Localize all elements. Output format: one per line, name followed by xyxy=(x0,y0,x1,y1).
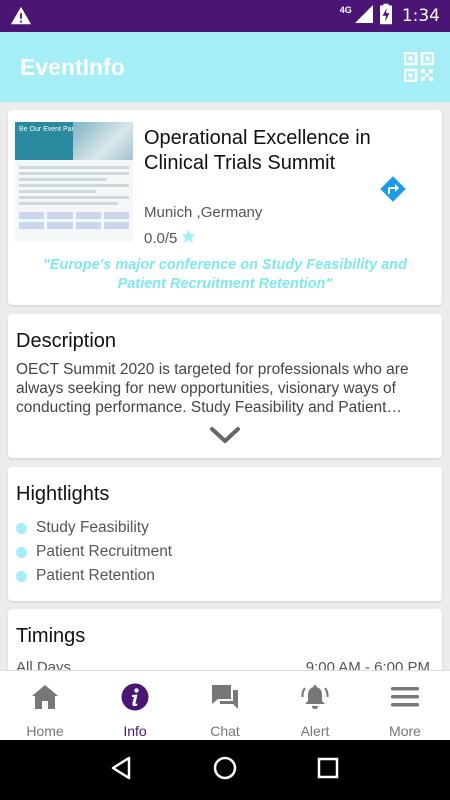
bullet-icon xyxy=(16,570,27,582)
timings-label: All Days xyxy=(16,659,72,670)
bullet-icon xyxy=(16,546,27,558)
info-icon xyxy=(120,682,150,717)
warning-icon xyxy=(10,5,32,27)
nav-info-label: Info xyxy=(123,723,147,739)
nav-home[interactable]: Home xyxy=(0,671,90,740)
nav-info[interactable]: Info xyxy=(90,671,180,740)
directions-icon[interactable] xyxy=(379,175,407,203)
home-icon xyxy=(30,682,60,717)
highlights-card: Hightlights Study Feasibility Patient Re… xyxy=(8,467,442,601)
menu-icon xyxy=(390,682,420,717)
home-circle-icon[interactable] xyxy=(212,755,238,786)
highlight-label: Patient Retention xyxy=(36,567,155,584)
timings-title: Timings xyxy=(16,625,86,647)
bottom-navigation: Home Info Chat Alert More xyxy=(0,670,450,740)
signal-icon xyxy=(354,4,374,29)
highlight-item: Study Feasibility xyxy=(16,516,172,540)
description-card: Description OECT Summit 2020 is targeted… xyxy=(8,314,442,458)
highlights-title: Hightlights xyxy=(16,483,110,505)
bell-icon xyxy=(300,682,330,717)
event-thumbnail[interactable]: Be Our Event Partner xyxy=(15,122,133,242)
battery-charging-icon xyxy=(379,3,392,30)
description-title: Description xyxy=(16,330,117,352)
star-icon xyxy=(180,228,197,249)
event-location: Munich ,Germany xyxy=(144,204,263,221)
network-type: 4G xyxy=(339,5,352,15)
nav-chat-label: Chat xyxy=(210,723,240,739)
nav-more-label: More xyxy=(389,723,421,739)
rating-value: 0.0/5 xyxy=(144,230,178,247)
event-title: Operational Excellence in Clinical Trial… xyxy=(144,127,371,174)
clock: 1:34 xyxy=(401,6,440,26)
timings-card: Timings All Days 9:00 AM - 6:00 PM xyxy=(8,609,442,670)
recents-icon[interactable] xyxy=(315,755,341,786)
nav-alert[interactable]: Alert xyxy=(270,671,360,740)
nav-more[interactable]: More xyxy=(360,671,450,740)
status-bar: 4G 1:34 xyxy=(0,0,450,32)
qr-code-icon[interactable] xyxy=(403,51,435,83)
app-title: EventInfo xyxy=(20,53,125,80)
nav-chat[interactable]: Chat xyxy=(180,671,270,740)
event-info-content[interactable]: Be Our Event Partner Operational Excelle… xyxy=(0,102,450,670)
event-summary-card: Be Our Event Partner Operational Excelle… xyxy=(8,110,442,305)
highlight-item: Patient Retention xyxy=(16,564,172,588)
highlight-label: Study Feasibility xyxy=(36,519,149,536)
timings-value: 9:00 AM - 6:00 PM xyxy=(305,659,430,670)
timings-row: All Days 9:00 AM - 6:00 PM xyxy=(16,659,430,670)
highlight-label: Patient Recruitment xyxy=(36,543,173,560)
description-text: OECT Summit 2020 is targeted for profess… xyxy=(16,361,409,416)
bullet-icon xyxy=(16,522,27,534)
nav-home-label: Home xyxy=(26,723,64,739)
back-icon[interactable] xyxy=(109,755,135,786)
event-rating: 0.0/5 xyxy=(144,228,197,249)
event-tagline: "Europe's major conference on Study Feas… xyxy=(42,257,408,292)
nav-alert-label: Alert xyxy=(300,723,330,739)
system-navigation-bar xyxy=(0,740,450,800)
highlight-item: Patient Recruitment xyxy=(16,540,172,564)
highlights-list: Study Feasibility Patient Recruitment Pa… xyxy=(16,516,172,588)
chevron-down-icon[interactable] xyxy=(208,424,242,446)
app-bar: EventInfo xyxy=(0,32,450,102)
chat-icon xyxy=(210,682,240,717)
